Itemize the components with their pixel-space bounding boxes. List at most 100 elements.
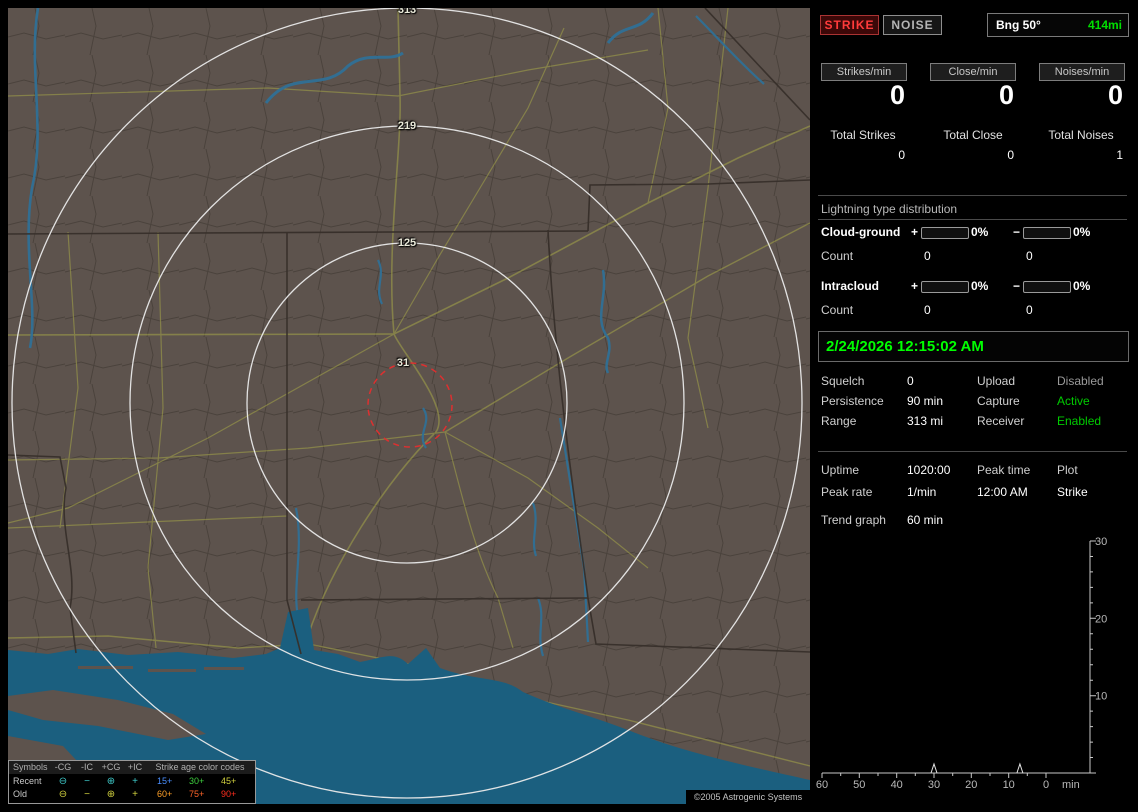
range-label: Range xyxy=(821,414,857,428)
cg-pos-old-icon: ⊕ xyxy=(106,789,116,800)
svg-text:0: 0 xyxy=(1043,779,1049,791)
minus-sign: − xyxy=(1013,225,1021,239)
range-value: 313 mi xyxy=(907,414,944,428)
svg-text:20: 20 xyxy=(965,779,977,791)
svg-text:40: 40 xyxy=(891,779,903,791)
svg-text:20: 20 xyxy=(1095,613,1107,625)
ic-minus-count: 0 xyxy=(1026,303,1033,317)
cg-pos-recent-icon: ⊕ xyxy=(106,776,116,787)
age-90: 90+ xyxy=(221,789,237,799)
datetime-value: 2/24/2026 12:15:02 AM xyxy=(826,338,984,355)
squelch-label: Squelch xyxy=(821,374,865,388)
legend-header: Symbols -CG -IC +CG +IC Strike age color… xyxy=(9,761,255,774)
receiver-label: Receiver xyxy=(977,414,1025,428)
status-panel: STRIKE NOISE Bng 50° 414mi Strikes/min C… xyxy=(816,8,1132,804)
ring-label-313: 313 xyxy=(397,8,417,16)
age-15: 15+ xyxy=(157,776,173,786)
plot-value: Strike xyxy=(1057,485,1088,499)
svg-text:30: 30 xyxy=(928,779,940,791)
total-noises-label: Total Noises xyxy=(1048,128,1114,142)
uptime-label: Uptime xyxy=(821,463,860,477)
svg-text:10: 10 xyxy=(1095,691,1107,703)
legend-col-ic-neg: -IC xyxy=(81,762,93,772)
divider xyxy=(818,219,1127,220)
trend-graph-value: 60 min xyxy=(907,513,944,527)
cg-plus-count: 0 xyxy=(924,249,931,263)
legend-row-recent: Recent ⊖ − ⊕ + 15+ 30+ 45+ xyxy=(9,775,255,788)
noises-per-min-header: Noises/min xyxy=(1039,63,1125,81)
svg-text:10: 10 xyxy=(1003,779,1015,791)
close-per-min-header: Close/min xyxy=(930,63,1016,81)
total-strikes-label: Total Strikes xyxy=(830,128,896,142)
upload-label: Upload xyxy=(977,374,1016,388)
receiver-value: Enabled xyxy=(1057,414,1102,428)
upload-value: Disabled xyxy=(1057,374,1104,388)
age-60: 60+ xyxy=(157,789,173,799)
ring-label-125: 125 xyxy=(397,237,417,249)
cloud-ground-label: Cloud-ground xyxy=(821,225,901,239)
divider xyxy=(818,195,1127,196)
total-noises-value: 1 xyxy=(1116,148,1123,162)
legend-col-ic-pos: +IC xyxy=(127,762,143,772)
datetime-box: 2/24/2026 12:15:02 AM xyxy=(818,331,1129,362)
peak-rate-value: 1/min xyxy=(907,485,937,499)
total-close-label: Total Close xyxy=(943,128,1003,142)
legend-recent-label: Recent xyxy=(13,776,42,786)
ring-label-31: 31 xyxy=(396,357,410,369)
total-close-value: 0 xyxy=(1007,148,1014,162)
svg-text:50: 50 xyxy=(853,779,865,791)
cg-minus-count: 0 xyxy=(1026,249,1033,263)
ic-neg-old-icon: − xyxy=(84,789,90,800)
legend-old-label: Old xyxy=(13,789,28,799)
peak-rate-label: Peak rate xyxy=(821,485,873,499)
ring-label-219: 219 xyxy=(397,120,417,132)
capture-label: Capture xyxy=(977,394,1020,408)
trend-graph-label: Trend graph xyxy=(821,513,886,527)
plus-sign: + xyxy=(911,225,919,239)
cg-minus-pct: 0% xyxy=(1073,225,1091,239)
ic-plus-pct: 0% xyxy=(971,279,989,293)
peak-time-value: 12:00 AM xyxy=(977,485,1028,499)
ic-count-label: Count xyxy=(821,303,854,317)
ic-pos-recent-icon: + xyxy=(132,776,138,787)
ic-neg-recent-icon: − xyxy=(84,776,90,787)
bearing-range-value: 414mi xyxy=(1087,18,1122,32)
uptime-value: 1020:00 xyxy=(907,463,951,477)
strikes-per-min-header: Strikes/min xyxy=(821,63,907,81)
persistence-value: 90 min xyxy=(907,394,944,408)
cg-count-label: Count xyxy=(821,249,854,263)
strike-indicator-button[interactable]: STRIKE xyxy=(820,15,879,35)
svg-text:30: 30 xyxy=(1095,536,1107,548)
symbol-legend: Symbols -CG -IC +CG +IC Strike age color… xyxy=(8,760,256,804)
plot-label: Plot xyxy=(1057,463,1078,477)
cg-plus-bar xyxy=(921,227,969,239)
lightning-map[interactable]: 313 219 125 31 Symbols -CG -IC +CG +IC S… xyxy=(8,8,810,804)
ic-minus-pct: 0% xyxy=(1073,279,1091,293)
age-75: 75+ xyxy=(189,789,205,799)
plus-sign: + xyxy=(911,279,919,293)
svg-text:min: min xyxy=(1062,779,1080,791)
strikes-per-min-value: 0 xyxy=(889,80,905,110)
divider xyxy=(818,451,1127,452)
legend-symbols-header: Symbols xyxy=(13,762,48,772)
cg-neg-old-icon: ⊖ xyxy=(58,789,68,800)
ic-minus-bar xyxy=(1023,281,1071,293)
distribution-title: Lightning type distribution xyxy=(821,202,958,216)
copyright-notice: ©2005 Astrogenic Systems xyxy=(686,790,810,804)
persistence-label: Persistence xyxy=(821,394,884,408)
age-30: 30+ xyxy=(189,776,205,786)
legend-col-cg-neg: -CG xyxy=(54,762,72,772)
legend-age-header: Strike age color codes xyxy=(155,762,245,772)
noises-per-min-value: 0 xyxy=(1107,80,1123,110)
legend-row-old: Old ⊖ − ⊕ + 60+ 75+ 90+ xyxy=(9,788,255,801)
svg-text:60: 60 xyxy=(816,779,828,791)
bearing-label: Bng 50° xyxy=(996,18,1041,32)
bearing-readout: Bng 50° 414mi xyxy=(987,13,1129,37)
cg-neg-recent-icon: ⊖ xyxy=(58,776,68,787)
squelch-value: 0 xyxy=(907,374,914,388)
trend-graph: 30 20 10 60 50 40 30 20 10 0 min xyxy=(816,536,1107,791)
capture-value: Active xyxy=(1057,394,1090,408)
total-strikes-value: 0 xyxy=(898,148,905,162)
noise-indicator-button[interactable]: NOISE xyxy=(883,15,942,35)
peak-time-label: Peak time xyxy=(977,463,1031,477)
